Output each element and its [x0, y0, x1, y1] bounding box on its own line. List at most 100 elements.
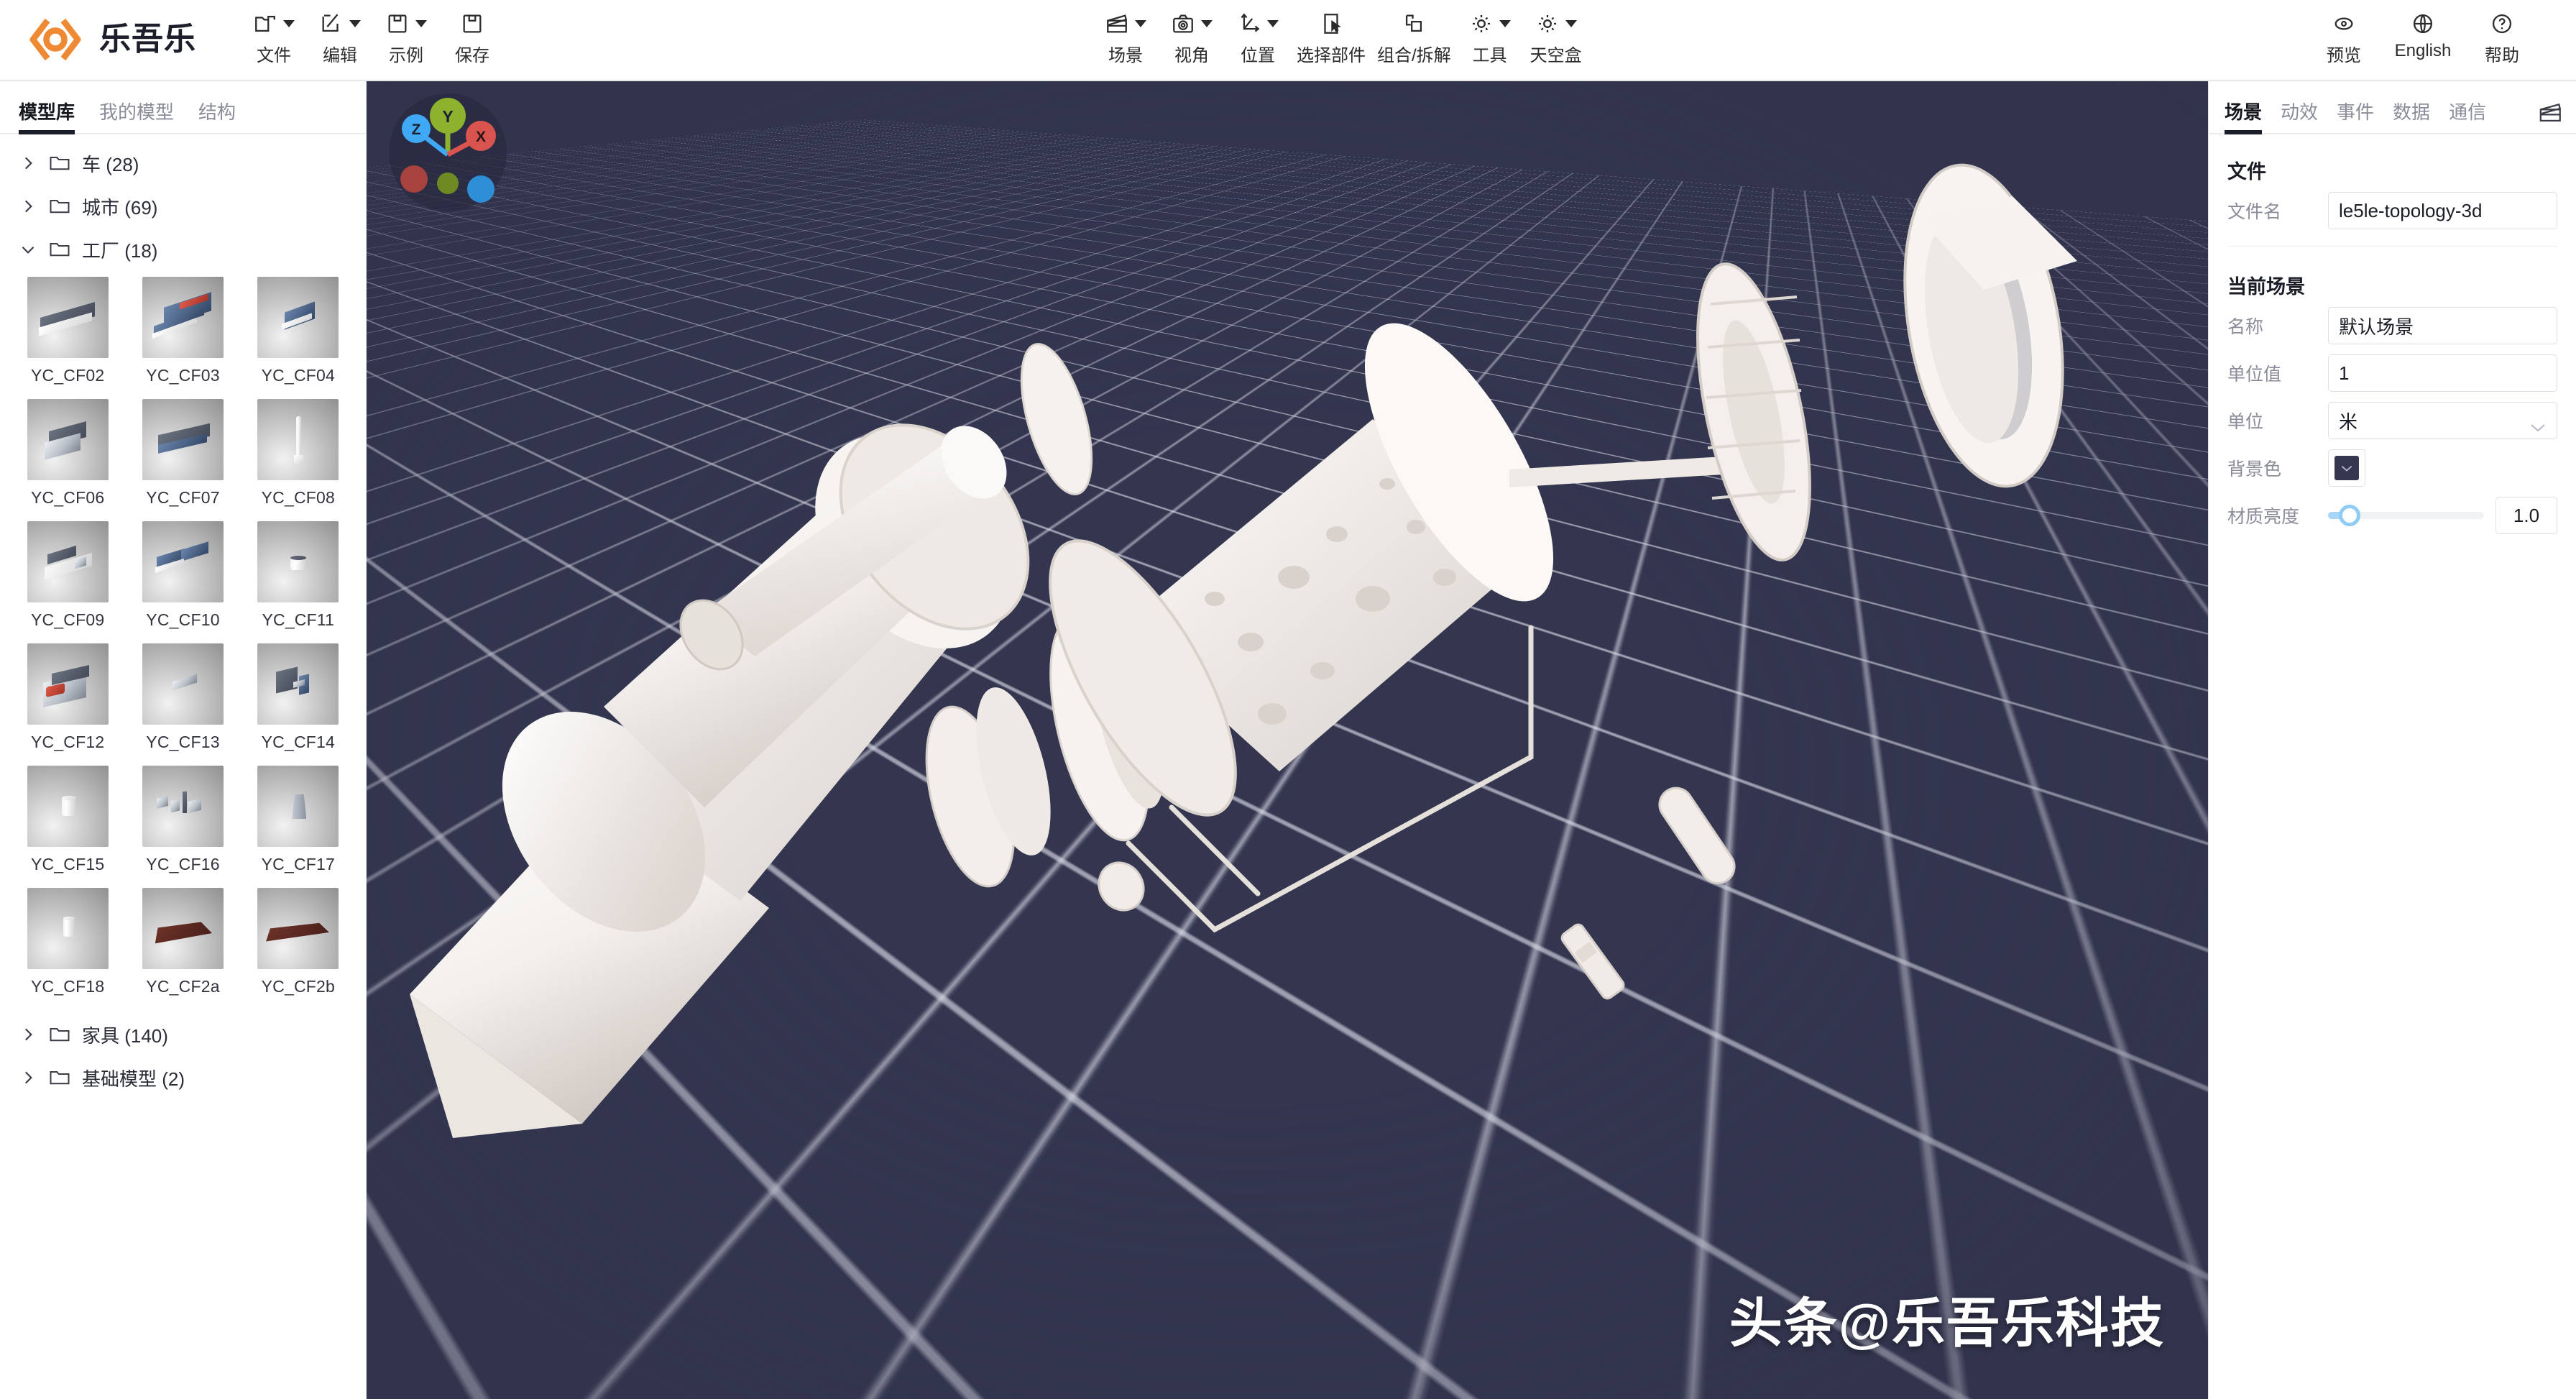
tab-data[interactable]: 数据: [2393, 98, 2430, 133]
model-item[interactable]: YC_CF2b: [244, 888, 353, 1010]
model-thumbnail: [27, 766, 109, 847]
model-item[interactable]: YC_CF02: [13, 277, 122, 399]
model-item[interactable]: YC_CF03: [128, 277, 237, 399]
toolbar-button-group-ungroup[interactable]: 组合/拆解: [1371, 0, 1457, 66]
tree-node-factory[interactable]: 工厂 (18): [0, 228, 366, 271]
tree-node-city[interactable]: 城市 (69): [0, 185, 366, 228]
model-item[interactable]: YC_CF18: [13, 888, 122, 1010]
folder-icon: [49, 154, 70, 173]
toolbar-button-language[interactable]: English: [2383, 0, 2462, 61]
tree-node-cars[interactable]: 车 (28): [0, 142, 366, 185]
model-name: YC_CF09: [30, 610, 105, 629]
tab-animation[interactable]: 动效: [2281, 98, 2318, 133]
chevron-down-icon: [415, 20, 427, 27]
toolbar-button-preview[interactable]: 预览: [2304, 0, 2383, 66]
tab-model-library[interactable]: 模型库: [19, 98, 75, 134]
toolbar-button-file[interactable]: 文件: [241, 0, 307, 66]
3d-viewport[interactable]: Y Z X 头条@乐吾乐科技: [367, 81, 2208, 1399]
model-name: YC_CF14: [261, 733, 336, 751]
tab-structure[interactable]: 结构: [198, 98, 236, 133]
eye-icon: [2332, 12, 2356, 36]
model-item[interactable]: YC_CF14: [244, 643, 353, 766]
tab-communication[interactable]: 通信: [2449, 98, 2486, 133]
model-name: YC_CF11: [262, 610, 335, 629]
floppy-disk-icon: [385, 12, 410, 36]
chevron-right-icon: [19, 197, 37, 216]
chevron-right-icon: [19, 1025, 37, 1044]
right-panel: 场景 动效 事件 数据 通信 文件 文件名 当前场景: [2208, 81, 2576, 1399]
chevron-right-icon: [19, 154, 37, 173]
toolbar-button-example[interactable]: 示例: [373, 0, 439, 66]
toolbar-button-edit[interactable]: 编辑: [307, 0, 373, 66]
scene-name-input[interactable]: [2328, 307, 2557, 344]
toolbar-label: 选择部件: [1297, 46, 1366, 65]
model-item[interactable]: YC_CF07: [128, 399, 237, 521]
model-exploded-jet-engine[interactable]: [367, 81, 2208, 1399]
chevron-down-icon: [1267, 20, 1279, 27]
slider-handle[interactable]: [2339, 505, 2361, 526]
model-name: YC_CF2a: [146, 977, 220, 996]
toolbar-button-select-part[interactable]: 选择部件: [1291, 0, 1371, 66]
clapperboard-icon: [1105, 12, 1129, 36]
tree-node-basic-models[interactable]: 基础模型 (2): [0, 1056, 366, 1099]
toolbar-button-help[interactable]: 帮助: [2462, 0, 2542, 66]
unit-value-input[interactable]: [2328, 354, 2557, 392]
model-name: YC_CF13: [146, 733, 220, 751]
chevron-right-icon: [19, 1068, 37, 1087]
section-divider: [2227, 246, 2557, 247]
floppy-disk-icon: [460, 12, 484, 36]
clapperboard-icon[interactable]: [2539, 101, 2563, 123]
chevron-down-icon: [1201, 20, 1213, 27]
tree-node-furniture[interactable]: 家具 (140): [0, 1013, 366, 1056]
model-item[interactable]: YC_CF09: [13, 521, 122, 643]
model-item[interactable]: YC_CF11: [244, 521, 353, 643]
folder-icon: [49, 240, 70, 259]
model-name: YC_CF07: [146, 488, 220, 507]
toolbar-group-right: 预览 English 帮助: [2304, 0, 2542, 66]
tab-my-models[interactable]: 我的模型: [99, 98, 174, 133]
model-thumbnail: [142, 399, 224, 480]
model-item[interactable]: YC_CF08: [244, 399, 353, 521]
model-name: YC_CF12: [30, 733, 105, 751]
toolbar-button-scene[interactable]: 场景: [1092, 0, 1159, 66]
tab-scene[interactable]: 场景: [2225, 98, 2263, 134]
model-name: YC_CF16: [146, 855, 220, 873]
toolbar-label: 位置: [1241, 46, 1275, 65]
model-item[interactable]: YC_CF17: [244, 766, 353, 888]
filename-row: 文件名: [2209, 187, 2576, 234]
tree-node-label: 车 (28): [82, 153, 139, 175]
model-tree: 车 (28) 城市 (69) 工厂 (18) YC_CF02 YC_CF03 Y…: [0, 134, 366, 1399]
tree-node-label: 基础模型 (2): [82, 1068, 185, 1090]
toolbar-button-save[interactable]: 保存: [439, 0, 505, 66]
model-item[interactable]: YC_CF12: [13, 643, 122, 766]
bg-color-picker[interactable]: [2328, 449, 2365, 487]
model-item[interactable]: YC_CF2a: [128, 888, 237, 1010]
unit-select[interactable]: 米: [2328, 402, 2557, 439]
brightness-label: 材质亮度: [2227, 507, 2300, 527]
scene-section-title: 当前场景: [2227, 276, 2305, 298]
model-item[interactable]: YC_CF10: [128, 521, 237, 643]
model-item[interactable]: YC_CF06: [13, 399, 122, 521]
toolbar-label: 预览: [2327, 46, 2361, 65]
model-item[interactable]: YC_CF13: [128, 643, 237, 766]
model-item[interactable]: YC_CF16: [128, 766, 237, 888]
model-thumbnail: [27, 399, 109, 480]
model-name: YC_CF06: [30, 488, 105, 507]
folder-icon: [49, 1068, 70, 1087]
toolbar-button-tools[interactable]: 工具: [1457, 0, 1523, 66]
chevron-down-icon: [283, 20, 295, 27]
tree-node-label: 城市 (69): [82, 196, 158, 219]
toolbar-button-position[interactable]: 位置: [1225, 0, 1291, 66]
model-thumbnail: [257, 521, 339, 602]
tab-events[interactable]: 事件: [2337, 98, 2374, 133]
model-item[interactable]: YC_CF15: [13, 766, 122, 888]
unit-value-row: 单位值: [2209, 349, 2576, 397]
toolbar-button-view[interactable]: 视角: [1159, 0, 1225, 66]
model-item[interactable]: YC_CF04: [244, 277, 353, 399]
toolbar-button-skybox[interactable]: 天空盒: [1523, 0, 1589, 66]
toolbar-label: 场景: [1108, 46, 1143, 65]
chevron-down-icon: [1135, 20, 1146, 27]
filename-input[interactable]: [2328, 192, 2557, 229]
brightness-slider[interactable]: [2328, 505, 2484, 526]
toolbar-label: 文件: [257, 46, 291, 65]
